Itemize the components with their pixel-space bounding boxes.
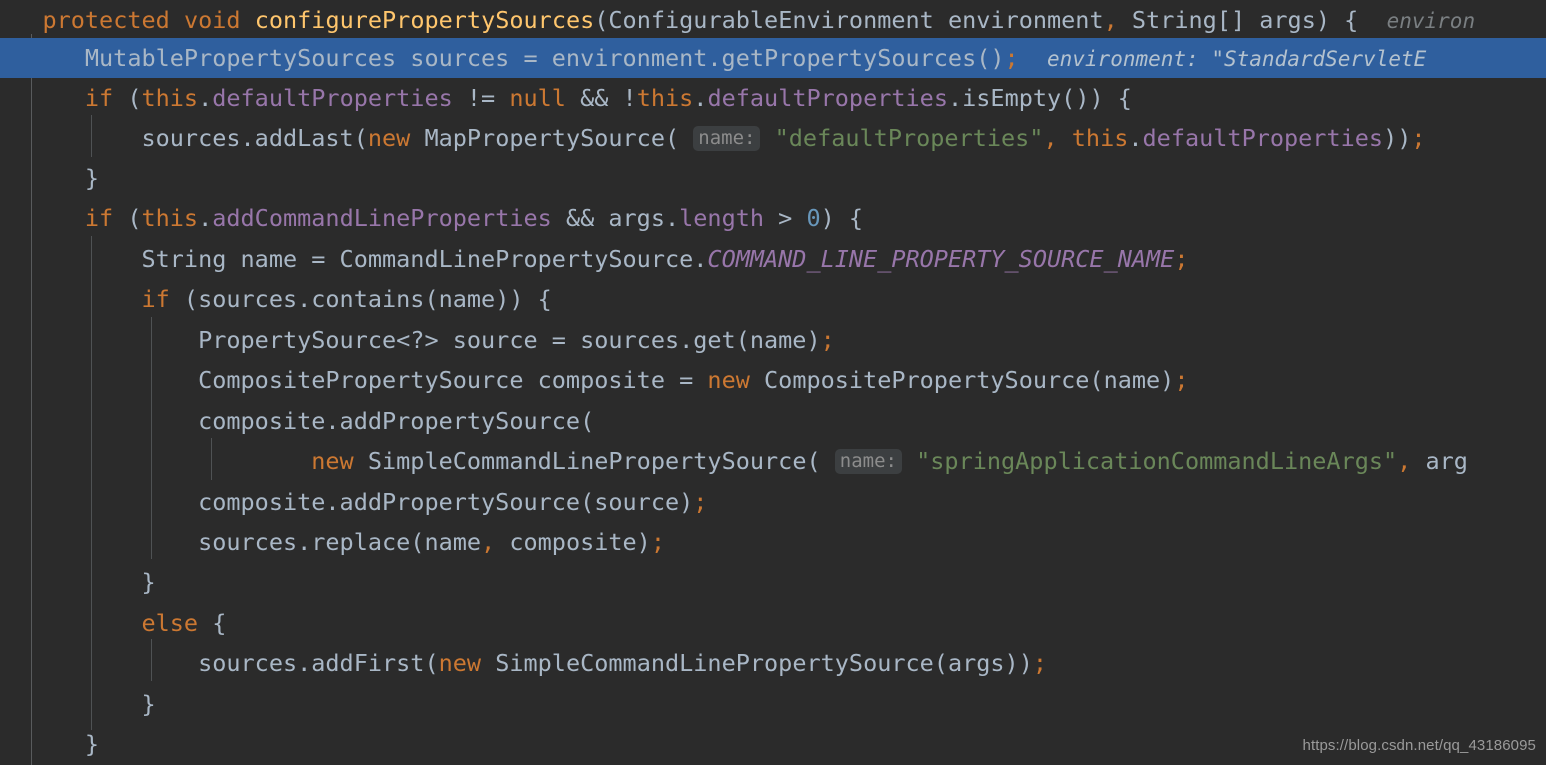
code-line-13-content: composite.addPropertySource(source); (0, 488, 708, 516)
code-line-16[interactable]: else { (0, 603, 1546, 643)
code-line-4[interactable]: sources.addLast(new MapPropertySource( n… (0, 118, 1546, 158)
parameter-hint-name-line12: name: (834, 449, 902, 474)
code-line-1[interactable]: protected void configurePropertySources(… (0, 0, 1546, 40)
code-line-2-content: MutablePropertySources sources = environ… (0, 44, 1427, 72)
code-line-17[interactable]: sources.addFirst(new SimpleCommandLinePr… (0, 643, 1546, 683)
parameter-hint-name-line4: name: (693, 126, 761, 151)
code-line-1-content: protected void configurePropertySources(… (42, 6, 1476, 34)
code-line-9[interactable]: PropertySource<?> source = sources.get(n… (0, 320, 1546, 360)
code-line-8-content: if (sources.contains(name)) { (141, 285, 552, 313)
code-line-15[interactable]: } (0, 562, 1546, 602)
code-line-17-content: sources.addFirst(new SimpleCommandLinePr… (0, 649, 1047, 677)
code-line-14[interactable]: sources.replace(name, composite); (0, 522, 1546, 562)
code-line-7-content: String name = CommandLinePropertySource.… (0, 245, 1189, 273)
code-line-6[interactable]: if (this.addCommandLineProperties && arg… (0, 198, 1546, 238)
code-line-10-content: CompositePropertySource composite = new … (0, 366, 1189, 394)
code-line-18[interactable]: } (0, 684, 1546, 724)
code-line-14-content: sources.replace(name, composite); (0, 528, 665, 556)
code-line-13[interactable]: composite.addPropertySource(source); (0, 482, 1546, 522)
code-line-11-content: composite.addPropertySource( (0, 407, 595, 435)
code-line-12-content: new SimpleCommandLinePropertySource( nam… (311, 447, 1468, 475)
code-line-9-content: PropertySource<?> source = sources.get(n… (0, 326, 835, 354)
watermark-url: https://blog.csdn.net/qq_43186095 (1302, 737, 1536, 754)
inline-value-hint-line2: environment: "StandardServletE (1046, 47, 1427, 71)
code-line-16-content: else { (141, 609, 227, 637)
code-line-18-content: } (0, 690, 156, 718)
code-line-5[interactable]: } (0, 158, 1546, 198)
code-line-4-content: sources.addLast(new MapPropertySource( n… (0, 124, 1426, 152)
code-line-3[interactable]: if (this.defaultProperties != null && !t… (0, 78, 1546, 118)
code-line-19-content: } (0, 730, 100, 758)
code-line-7[interactable]: String name = CommandLinePropertySource.… (0, 239, 1546, 279)
code-line-11[interactable]: composite.addPropertySource( (0, 401, 1546, 441)
code-line-8[interactable]: if (sources.contains(name)) { (0, 279, 1546, 319)
code-line-6-content: if (this.addCommandLineProperties && arg… (84, 204, 864, 232)
code-line-3-content: if (this.defaultProperties != null && !t… (84, 84, 1132, 112)
inline-value-hint-line1: environ (1386, 9, 1476, 33)
code-editor[interactable]: protected void configurePropertySources(… (0, 0, 1546, 765)
code-line-5-content: } (0, 164, 100, 192)
code-line-10[interactable]: CompositePropertySource composite = new … (0, 360, 1546, 400)
code-line-2[interactable]: MutablePropertySources sources = environ… (0, 38, 1546, 78)
code-line-15-content: } (0, 568, 156, 596)
code-line-12[interactable]: new SimpleCommandLinePropertySource( nam… (0, 441, 1546, 481)
